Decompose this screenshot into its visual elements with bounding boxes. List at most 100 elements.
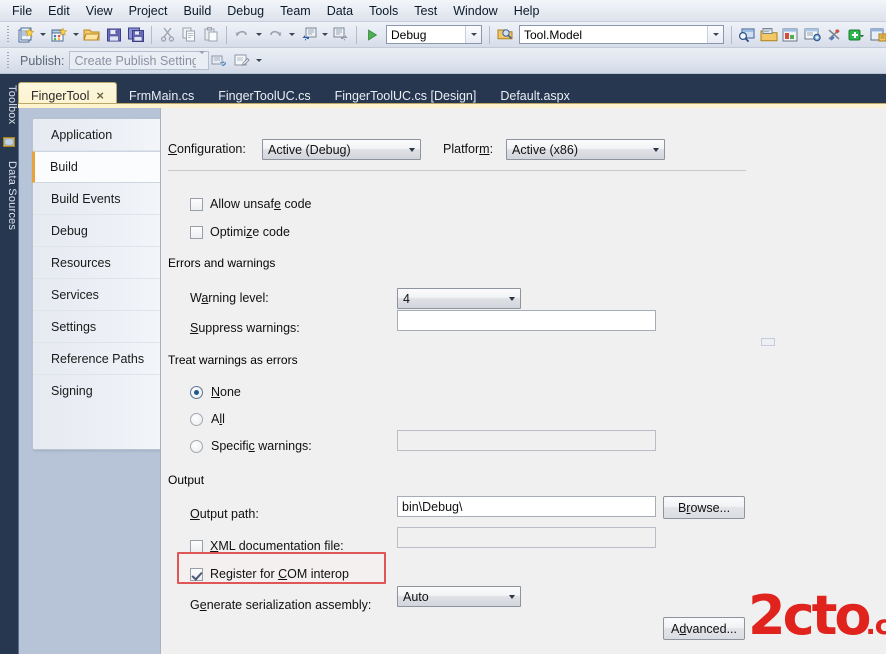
undo-dropdown-arrow[interactable]: [253, 24, 264, 46]
paste-icon[interactable]: [200, 24, 222, 46]
menu-item-test[interactable]: Test: [406, 2, 445, 20]
publish-toolbar-grip[interactable]: [5, 51, 12, 70]
warning-level-row: Warning level:: [190, 291, 269, 305]
treat-none-radio[interactable]: [190, 385, 203, 399]
chevron-down-icon[interactable]: [503, 296, 520, 301]
warning-level-combo[interactable]: 4: [397, 288, 521, 309]
platform-combo[interactable]: Active (x86): [506, 139, 665, 160]
publish-toolbar-overflow-arrow[interactable]: [253, 50, 264, 72]
redo-icon[interactable]: [264, 24, 286, 46]
visual-studio-window: File Edit View Project Build Debug Team …: [0, 0, 886, 654]
optimize-code-checkbox[interactable]: [190, 225, 203, 239]
navigate-backward-dropdown-arrow[interactable]: [319, 24, 330, 46]
menu-item-debug[interactable]: Debug: [219, 2, 272, 20]
menu-item-edit[interactable]: Edit: [40, 2, 78, 20]
error-list-icon[interactable]: [846, 24, 868, 46]
properties-window-icon[interactable]: [780, 24, 802, 46]
navigate-forward-icon[interactable]: [330, 24, 352, 46]
configuration-combo[interactable]: Active (Debug): [262, 139, 421, 160]
find-target-icon[interactable]: [494, 24, 516, 46]
new-project-dropdown-arrow[interactable]: [37, 24, 48, 46]
sidebar-item-application[interactable]: Application: [33, 119, 169, 151]
publish-settings-combo[interactable]: Create Publish Settings: [69, 50, 210, 70]
allow-unsafe-code-row[interactable]: Allow unsafe code: [190, 197, 311, 211]
menu-item-help[interactable]: Help: [506, 2, 548, 20]
target-combo[interactable]: Tool.Model: [519, 25, 724, 44]
treat-warnings-group-header: Treat warnings as errors: [168, 353, 746, 367]
copy-icon[interactable]: [178, 24, 200, 46]
chevron-down-icon[interactable]: [196, 50, 209, 68]
output-window-icon[interactable]: [868, 24, 886, 46]
chevron-down-icon[interactable]: [465, 26, 481, 43]
optimize-code-row[interactable]: Optimize code: [190, 225, 290, 239]
horizontal-scroll-nub[interactable]: [761, 338, 775, 346]
menu-item-data[interactable]: Data: [319, 2, 361, 20]
save-all-icon[interactable]: [125, 24, 147, 46]
menu-item-project[interactable]: Project: [121, 2, 176, 20]
menu-item-view[interactable]: View: [78, 2, 121, 20]
solution-explorer-icon[interactable]: [758, 24, 780, 46]
treat-none-row[interactable]: None: [190, 385, 241, 399]
category-label: Resources: [51, 255, 111, 270]
cut-icon[interactable]: [156, 24, 178, 46]
sidebar-item-build[interactable]: Build: [32, 151, 169, 183]
chevron-down-icon[interactable]: [707, 26, 723, 43]
menu-item-tools[interactable]: Tools: [361, 2, 406, 20]
menu-item-file[interactable]: File: [4, 2, 40, 20]
new-item-dropdown-arrow[interactable]: [70, 24, 81, 46]
treat-all-row[interactable]: All: [190, 412, 225, 426]
toolbox-icon[interactable]: [824, 24, 846, 46]
sidebar-item-settings[interactable]: Settings: [33, 311, 169, 343]
open-file-icon[interactable]: [81, 24, 103, 46]
object-browser-icon[interactable]: [802, 24, 824, 46]
target-combo-value: Tool.Model: [524, 27, 583, 42]
sidebar-item-resources[interactable]: Resources: [33, 247, 169, 279]
save-icon[interactable]: [103, 24, 125, 46]
sidebar-item-data-sources[interactable]: Data Sources: [0, 152, 18, 240]
treat-specific-row[interactable]: Specific warnings:: [190, 439, 312, 453]
advanced-button[interactable]: Advanced...: [663, 617, 745, 640]
new-item-icon[interactable]: [48, 24, 70, 46]
sidebar-item-services[interactable]: Services: [33, 279, 169, 311]
specific-warnings-input[interactable]: [397, 430, 656, 451]
close-icon[interactable]: ×: [96, 88, 104, 103]
category-label: Build Events: [51, 191, 121, 206]
toolbar-grip[interactable]: [5, 25, 12, 44]
redo-dropdown-arrow[interactable]: [286, 24, 297, 46]
menu-item-build[interactable]: Build: [175, 2, 219, 20]
menu-item-window[interactable]: Window: [445, 2, 505, 20]
start-debugging-icon[interactable]: [361, 24, 383, 46]
treat-all-radio[interactable]: [190, 412, 203, 426]
toolbar-separator: [151, 25, 152, 44]
undo-icon[interactable]: [231, 24, 253, 46]
xml-documentation-input[interactable]: [397, 527, 656, 548]
chevron-down-icon[interactable]: [647, 147, 664, 152]
sidebar-item-debug[interactable]: Debug: [33, 215, 169, 247]
chevron-down-icon[interactable]: [503, 594, 520, 599]
edit-publish-profile-icon[interactable]: [231, 50, 253, 72]
new-project-icon[interactable]: [15, 24, 37, 46]
menu-item-team[interactable]: Team: [272, 2, 319, 20]
sidebar-item-reference-paths[interactable]: Reference Paths: [33, 343, 169, 375]
treat-specific-radio[interactable]: [190, 439, 203, 453]
sidebar-item-build-events[interactable]: Build Events: [33, 183, 169, 215]
advanced-button-label: Advanced...: [670, 621, 738, 636]
browse-button[interactable]: Browse...: [663, 496, 745, 519]
allow-unsafe-code-checkbox[interactable]: [190, 197, 203, 211]
sidebar-item-toolbox[interactable]: Toolbox: [0, 76, 18, 134]
chevron-down-icon[interactable]: [403, 147, 420, 152]
xml-documentation-checkbox[interactable]: [190, 539, 203, 553]
suppress-warnings-input[interactable]: [397, 310, 656, 331]
debug-configuration-combo[interactable]: Debug: [386, 25, 482, 44]
sidebar-item-signing[interactable]: Signing: [33, 375, 169, 407]
publish-now-icon[interactable]: [209, 50, 231, 72]
browse-button-label: Browse...: [677, 500, 731, 515]
find-in-files-icon[interactable]: [736, 24, 758, 46]
navigate-backward-icon[interactable]: [297, 24, 319, 46]
output-path-input[interactable]: bin\Debug\: [397, 496, 656, 517]
serialization-combo[interactable]: Auto: [397, 586, 521, 607]
register-com-interop-checkbox[interactable]: [190, 567, 203, 581]
register-com-interop-row[interactable]: Register for COM interop: [190, 567, 349, 581]
xml-documentation-row[interactable]: XML documentation file:: [190, 539, 344, 553]
serialization-label: Generate serialization assembly:: [190, 598, 372, 612]
